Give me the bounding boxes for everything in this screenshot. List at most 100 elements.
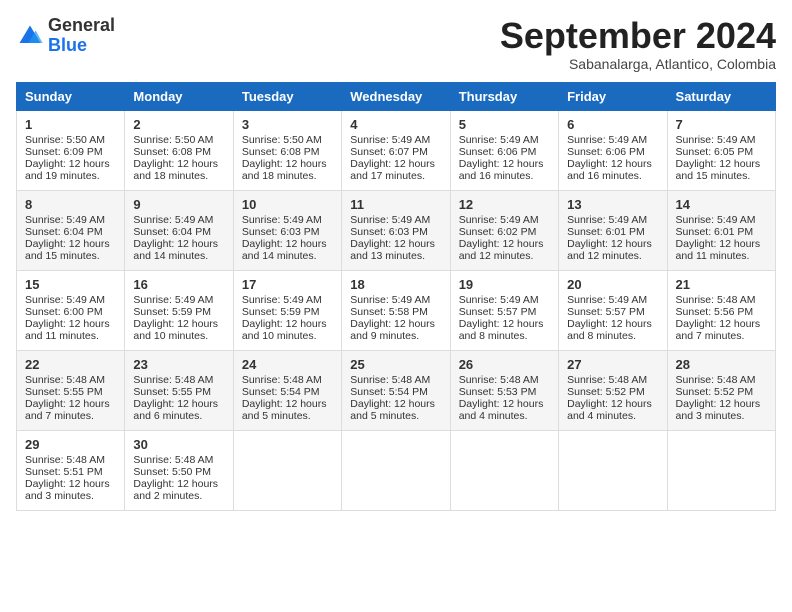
header-row: Sunday Monday Tuesday Wednesday Thursday… [17,82,776,110]
col-wednesday: Wednesday [342,82,450,110]
cell-content: Sunrise: 5:49 AM [350,294,441,306]
cell-content: Sunrise: 5:49 AM [567,214,658,226]
cell-content: and 17 minutes. [350,170,441,182]
cell-content: Daylight: 12 hours [459,238,550,250]
day-number: 16 [133,277,224,292]
cell-content: and 12 minutes. [567,250,658,262]
cell-content: Sunset: 6:04 PM [25,226,116,238]
table-row: 30Sunrise: 5:48 AMSunset: 5:50 PMDayligh… [125,430,233,510]
cell-content: Sunset: 5:50 PM [133,466,224,478]
cell-content: Sunset: 6:01 PM [676,226,767,238]
table-row: 13Sunrise: 5:49 AMSunset: 6:01 PMDayligh… [559,190,667,270]
cell-content: Sunset: 6:00 PM [25,306,116,318]
cell-content: Daylight: 12 hours [242,318,333,330]
table-row [559,430,667,510]
day-number: 8 [25,197,116,212]
cell-content: Daylight: 12 hours [25,318,116,330]
cell-content: and 16 minutes. [567,170,658,182]
cell-content: Daylight: 12 hours [242,158,333,170]
day-number: 30 [133,437,224,452]
table-row: 1Sunrise: 5:50 AMSunset: 6:09 PMDaylight… [17,110,125,190]
cell-content: Sunrise: 5:48 AM [567,374,658,386]
table-row: 14Sunrise: 5:49 AMSunset: 6:01 PMDayligh… [667,190,775,270]
subtitle: Sabanalarga, Atlantico, Colombia [500,56,776,72]
day-number: 1 [25,117,116,132]
day-number: 6 [567,117,658,132]
cell-content: and 12 minutes. [459,250,550,262]
col-sunday: Sunday [17,82,125,110]
cell-content: Daylight: 12 hours [676,318,767,330]
day-number: 3 [242,117,333,132]
day-number: 17 [242,277,333,292]
cell-content: Sunset: 5:51 PM [25,466,116,478]
col-monday: Monday [125,82,233,110]
cell-content: Daylight: 12 hours [25,158,116,170]
cell-content: Daylight: 12 hours [25,478,116,490]
header: General Blue September 2024 Sabanalarga,… [16,16,776,72]
table-row: 4Sunrise: 5:49 AMSunset: 6:07 PMDaylight… [342,110,450,190]
cell-content: Daylight: 12 hours [133,478,224,490]
cell-content: Sunrise: 5:48 AM [676,294,767,306]
cell-content: Sunset: 5:57 PM [567,306,658,318]
cell-content: Sunrise: 5:48 AM [350,374,441,386]
cell-content: Daylight: 12 hours [242,238,333,250]
cell-content: and 19 minutes. [25,170,116,182]
cell-content: Daylight: 12 hours [25,238,116,250]
title-area: September 2024 Sabanalarga, Atlantico, C… [500,16,776,72]
day-number: 21 [676,277,767,292]
table-row: 28Sunrise: 5:48 AMSunset: 5:52 PMDayligh… [667,350,775,430]
table-row: 26Sunrise: 5:48 AMSunset: 5:53 PMDayligh… [450,350,558,430]
table-row [233,430,341,510]
cell-content: Daylight: 12 hours [459,318,550,330]
cell-content: Daylight: 12 hours [25,398,116,410]
cell-content: Daylight: 12 hours [676,238,767,250]
cell-content: Daylight: 12 hours [133,158,224,170]
day-number: 9 [133,197,224,212]
table-row: 27Sunrise: 5:48 AMSunset: 5:52 PMDayligh… [559,350,667,430]
cell-content: Sunset: 6:06 PM [459,146,550,158]
cell-content: and 18 minutes. [133,170,224,182]
cell-content: Sunset: 5:53 PM [459,386,550,398]
day-number: 18 [350,277,441,292]
logo-blue: Blue [48,35,87,55]
calendar-week-3: 15Sunrise: 5:49 AMSunset: 6:00 PMDayligh… [17,270,776,350]
cell-content: Sunrise: 5:49 AM [459,294,550,306]
table-row: 24Sunrise: 5:48 AMSunset: 5:54 PMDayligh… [233,350,341,430]
day-number: 4 [350,117,441,132]
day-number: 14 [676,197,767,212]
calendar-week-5: 29Sunrise: 5:48 AMSunset: 5:51 PMDayligh… [17,430,776,510]
table-row: 12Sunrise: 5:49 AMSunset: 6:02 PMDayligh… [450,190,558,270]
calendar-table: Sunday Monday Tuesday Wednesday Thursday… [16,82,776,511]
cell-content: Daylight: 12 hours [567,238,658,250]
cell-content: Sunrise: 5:48 AM [242,374,333,386]
col-friday: Friday [559,82,667,110]
cell-content: and 14 minutes. [242,250,333,262]
cell-content: Sunset: 5:55 PM [133,386,224,398]
cell-content: and 5 minutes. [350,410,441,422]
cell-content: Sunrise: 5:49 AM [242,294,333,306]
cell-content: and 11 minutes. [25,330,116,342]
cell-content: Sunset: 6:08 PM [133,146,224,158]
table-row: 10Sunrise: 5:49 AMSunset: 6:03 PMDayligh… [233,190,341,270]
cell-content: Sunset: 6:04 PM [133,226,224,238]
cell-content: Sunset: 6:08 PM [242,146,333,158]
cell-content: Sunrise: 5:49 AM [567,294,658,306]
cell-content: Sunrise: 5:48 AM [676,374,767,386]
day-number: 13 [567,197,658,212]
table-row [450,430,558,510]
day-number: 12 [459,197,550,212]
cell-content: Daylight: 12 hours [567,158,658,170]
calendar-week-4: 22Sunrise: 5:48 AMSunset: 5:55 PMDayligh… [17,350,776,430]
cell-content: Sunrise: 5:50 AM [25,134,116,146]
cell-content: Daylight: 12 hours [350,238,441,250]
table-row: 3Sunrise: 5:50 AMSunset: 6:08 PMDaylight… [233,110,341,190]
table-row: 6Sunrise: 5:49 AMSunset: 6:06 PMDaylight… [559,110,667,190]
day-number: 5 [459,117,550,132]
cell-content: and 3 minutes. [676,410,767,422]
cell-content: Sunset: 5:54 PM [350,386,441,398]
calendar-week-1: 1Sunrise: 5:50 AMSunset: 6:09 PMDaylight… [17,110,776,190]
cell-content: Sunrise: 5:49 AM [25,214,116,226]
cell-content: Daylight: 12 hours [350,398,441,410]
table-row: 21Sunrise: 5:48 AMSunset: 5:56 PMDayligh… [667,270,775,350]
day-number: 23 [133,357,224,372]
